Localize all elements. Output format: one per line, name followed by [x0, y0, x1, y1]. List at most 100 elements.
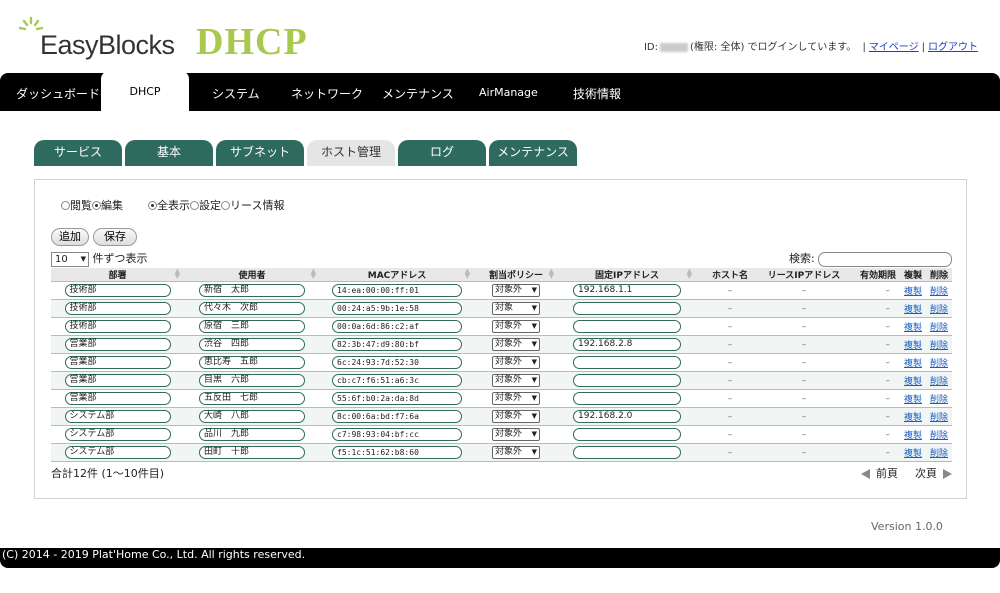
copy-link[interactable]: 複製: [904, 359, 922, 369]
nav-maintenance[interactable]: メンテナンス: [382, 85, 454, 102]
fixed-ip-field[interactable]: 192.168.2.0: [573, 410, 681, 423]
user-field[interactable]: 目黒 六郎: [199, 374, 305, 387]
radio-view[interactable]: [61, 201, 70, 210]
prev-arrow-icon[interactable]: [861, 469, 870, 479]
user-field[interactable]: 恵比寿 五郎: [199, 356, 305, 369]
col-user[interactable]: 使用者 ▲ ▼: [184, 268, 320, 282]
copy-link[interactable]: 複製: [904, 413, 922, 423]
copy-link[interactable]: 複製: [904, 395, 922, 405]
mypage-link[interactable]: マイページ: [869, 42, 919, 53]
mac-field[interactable]: 6c:24:93:7d:52:30: [332, 356, 462, 369]
dept-field[interactable]: 営業部: [64, 356, 171, 369]
delete-link[interactable]: 削除: [930, 431, 948, 441]
policy-select[interactable]: 対象外: [492, 374, 540, 387]
delete-link[interactable]: 削除: [930, 377, 948, 387]
copy-link[interactable]: 複製: [904, 287, 922, 297]
fixed-ip-field[interactable]: [573, 428, 681, 441]
delete-link[interactable]: 削除: [930, 359, 948, 369]
logout-link[interactable]: ログアウト: [928, 42, 978, 53]
search-input[interactable]: [818, 251, 953, 267]
tab-basic[interactable]: 基本: [125, 140, 213, 166]
delete-link[interactable]: 削除: [930, 341, 948, 351]
mac-field[interactable]: 82:3b:47:d9:80:bf: [332, 338, 462, 351]
user-field[interactable]: 原宿 三郎: [199, 320, 305, 333]
mac-field[interactable]: c7:98:93:04:bf:cc: [332, 428, 462, 441]
save-button[interactable]: 保存: [93, 228, 137, 246]
policy-select[interactable]: 対象外: [492, 338, 540, 351]
col-dept[interactable]: 部署 ▲ ▼: [51, 268, 184, 282]
radio-lease-info[interactable]: [221, 201, 230, 210]
delete-link[interactable]: 削除: [930, 323, 948, 333]
delete-link[interactable]: 削除: [930, 413, 948, 423]
fixed-ip-field[interactable]: [573, 446, 681, 459]
dept-field[interactable]: システム部: [64, 446, 171, 459]
fixed-ip-field[interactable]: [573, 302, 681, 315]
dept-field[interactable]: 営業部: [64, 374, 171, 387]
tab-service[interactable]: サービス: [34, 140, 122, 166]
delete-link[interactable]: 削除: [930, 305, 948, 315]
user-field[interactable]: 田町 十郎: [199, 446, 305, 459]
policy-select[interactable]: 対象外: [492, 392, 540, 405]
policy-select[interactable]: 対象外: [492, 410, 540, 423]
col-policy[interactable]: 割当ポリシー ▲ ▼: [474, 268, 558, 282]
mac-field[interactable]: cb:c7:f6:51:a6:3c: [332, 374, 462, 387]
col-mac[interactable]: MACアドレス ▲ ▼: [320, 268, 474, 282]
user-field[interactable]: 大崎 八郎: [199, 410, 305, 423]
tab-log[interactable]: ログ: [398, 140, 486, 166]
nav-dashboard[interactable]: ダッシュボード: [16, 85, 100, 102]
policy-select[interactable]: 対象外: [492, 320, 540, 333]
dept-field[interactable]: 技術部: [64, 284, 171, 297]
tab-maintenance[interactable]: メンテナンス: [489, 140, 577, 166]
mac-field[interactable]: 00:0a:6d:86:c2:af: [332, 320, 462, 333]
delete-link[interactable]: 削除: [930, 395, 948, 405]
fixed-ip-field[interactable]: 192.168.1.1: [573, 284, 681, 297]
user-field[interactable]: 五反田 七郎: [199, 392, 305, 405]
next-page-link[interactable]: 次頁: [915, 467, 937, 480]
nav-airmanage[interactable]: AirManage: [479, 86, 538, 99]
user-field[interactable]: 新宿 太郎: [199, 284, 305, 297]
fixed-ip-field[interactable]: [573, 320, 681, 333]
user-field[interactable]: 品川 九郎: [199, 428, 305, 441]
nav-dhcp[interactable]: DHCP: [101, 71, 189, 111]
next-arrow-icon[interactable]: [943, 469, 952, 479]
mac-field[interactable]: 00:24:a5:9b:1e:58: [332, 302, 462, 315]
policy-select[interactable]: 対象: [492, 302, 540, 315]
dept-field[interactable]: 営業部: [64, 392, 171, 405]
nav-network[interactable]: ネットワーク: [291, 85, 363, 102]
copy-link[interactable]: 複製: [904, 377, 922, 387]
tab-subnet[interactable]: サブネット: [216, 140, 304, 166]
copy-link[interactable]: 複製: [904, 341, 922, 351]
mac-field[interactable]: 8c:00:6a:bd:f7:6a: [332, 410, 462, 423]
prev-page-link[interactable]: 前頁: [876, 467, 898, 480]
dept-field[interactable]: 営業部: [64, 338, 171, 351]
radio-settings[interactable]: [190, 201, 199, 210]
col-fixed-ip[interactable]: 固定IPアドレス ▲ ▼: [558, 268, 696, 282]
dept-field[interactable]: 技術部: [64, 302, 171, 315]
user-field[interactable]: 代々木 次郎: [199, 302, 305, 315]
tab-host-management[interactable]: ホスト管理: [307, 140, 395, 166]
dept-field[interactable]: 技術部: [64, 320, 171, 333]
add-button[interactable]: 追加: [51, 228, 89, 246]
copy-link[interactable]: 複製: [904, 431, 922, 441]
delete-link[interactable]: 削除: [930, 287, 948, 297]
fixed-ip-field[interactable]: [573, 374, 681, 387]
mac-field[interactable]: 14:ea:00:00:ff:01: [332, 284, 462, 297]
dept-field[interactable]: システム部: [64, 410, 171, 423]
copy-link[interactable]: 複製: [904, 305, 922, 315]
fixed-ip-field[interactable]: [573, 392, 681, 405]
dept-field[interactable]: システム部: [64, 428, 171, 441]
policy-select[interactable]: 対象外: [492, 446, 540, 459]
nav-system[interactable]: システム: [212, 85, 260, 102]
fixed-ip-field[interactable]: 192.168.2.8: [573, 338, 681, 351]
policy-select[interactable]: 対象外: [492, 284, 540, 297]
page-size-select[interactable]: 10: [51, 251, 89, 267]
nav-tech-info[interactable]: 技術情報: [573, 85, 621, 102]
mac-field[interactable]: f5:1c:51:62:b8:60: [332, 446, 462, 459]
policy-select[interactable]: 対象外: [492, 356, 540, 369]
delete-link[interactable]: 削除: [930, 449, 948, 459]
policy-select[interactable]: 対象外: [492, 428, 540, 441]
fixed-ip-field[interactable]: [573, 356, 681, 369]
copy-link[interactable]: 複製: [904, 323, 922, 333]
radio-edit[interactable]: [92, 201, 101, 210]
user-field[interactable]: 渋谷 四郎: [199, 338, 305, 351]
